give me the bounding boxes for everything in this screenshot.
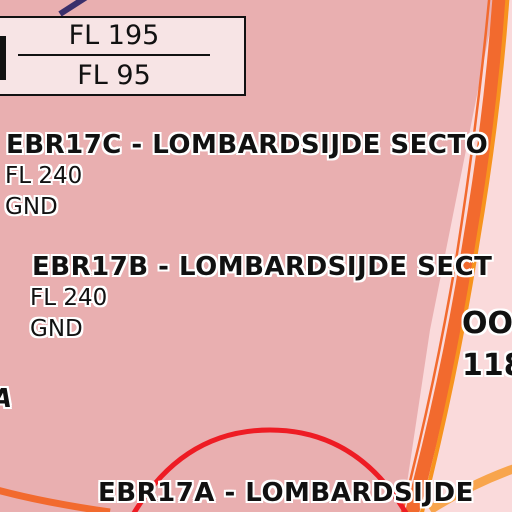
edge-label-fragment: A bbox=[0, 384, 13, 414]
adjacent-area-label[interactable]: OO bbox=[462, 306, 512, 341]
area-label-ebr17a[interactable]: EBR17A - LOMBARDSIJDE bbox=[98, 478, 474, 508]
fl-box-lower-limit: FL 95 bbox=[77, 60, 151, 91]
boundary-curve-lower-left bbox=[0, 487, 111, 512]
flight-level-box: FL 195 FL 95 bbox=[0, 16, 246, 96]
area-ebr17b-lower-limit: GND bbox=[30, 316, 83, 342]
area-ebr17c-lower-limit: GND bbox=[5, 194, 58, 220]
fl-box-upper-limit: FL 195 bbox=[68, 20, 160, 51]
fl-box-divider bbox=[18, 54, 210, 56]
area-label-ebr17c[interactable]: EBR17C - LOMBARDSIJDE SECTO bbox=[6, 130, 488, 160]
area-ebr17b-upper-limit: FL 240 bbox=[30, 285, 108, 311]
adjacent-area-frequency: 118 bbox=[462, 348, 512, 383]
area-label-ebr17b[interactable]: EBR17B - LOMBARDSIJDE SECT bbox=[32, 252, 492, 282]
diagonal-line-dark bbox=[58, 0, 88, 17]
airspace-map[interactable]: FL 195 FL 95 EBR17C - LOMBARDSIJDE SECTO… bbox=[0, 0, 512, 512]
fl-box-marker bbox=[0, 36, 6, 80]
area-ebr17c-upper-limit: FL 240 bbox=[5, 163, 83, 189]
